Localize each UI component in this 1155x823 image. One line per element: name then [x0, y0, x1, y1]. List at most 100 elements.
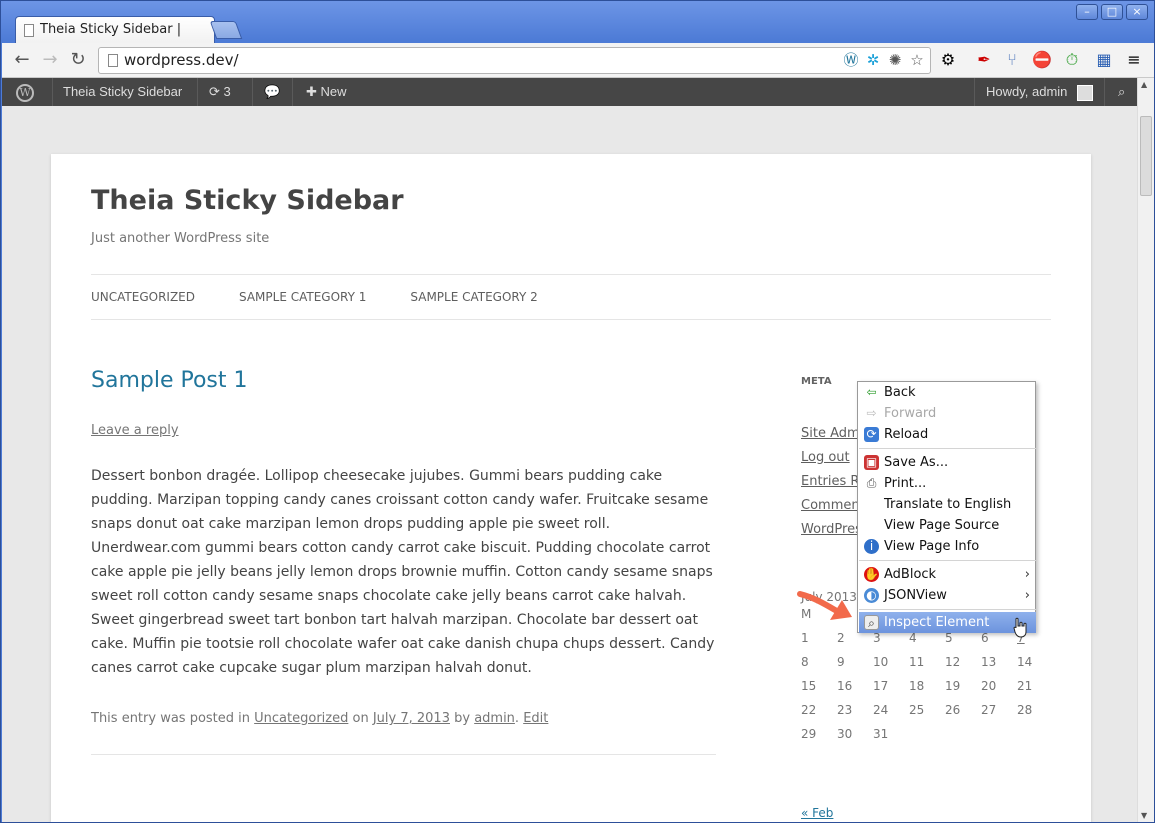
comments-link[interactable]: 💬 — [254, 78, 290, 106]
maximize-button[interactable]: □ — [1101, 4, 1123, 20]
calendar-day: 24 — [873, 703, 889, 717]
menu-item-uncategorized[interactable]: UNCATEGORIZED — [91, 290, 195, 304]
calendar-day: 30 — [837, 727, 853, 741]
reload-button[interactable]: ↻ — [68, 50, 88, 70]
menu-item-label: JSONView — [884, 588, 947, 603]
back-arrow-icon: ⇦ — [866, 385, 877, 399]
menu-item-label: Back — [884, 385, 916, 400]
wp-logo-menu[interactable]: W — [6, 78, 44, 106]
adblock-icon[interactable]: ⛔ — [1032, 49, 1052, 71]
menu-separator — [859, 448, 1036, 449]
menu-item-back[interactable]: ⇦ Back — [859, 382, 1036, 403]
menu-item-label: Reload — [884, 427, 929, 442]
calendar-prev-link[interactable]: « Feb — [801, 806, 833, 820]
calendar-day: 23 — [837, 703, 853, 717]
updates-link[interactable]: ⟳ 3 — [199, 78, 241, 106]
calendar-day: 22 — [801, 703, 817, 717]
menu-item-label: Save As... — [884, 455, 949, 470]
calendar-day: 14 — [1017, 655, 1033, 669]
post-meta: This entry was posted in Uncategorized o… — [91, 711, 548, 726]
howdy-text: Howdy, admin — [986, 84, 1068, 99]
calendar-day: 25 — [909, 703, 925, 717]
minimize-button[interactable]: – — [1076, 4, 1098, 20]
meta-text: . — [514, 711, 524, 726]
post-title[interactable]: Sample Post 1 — [91, 368, 248, 393]
menu-item-view-info[interactable]: i View Page Info — [859, 536, 1036, 557]
scrollbar-thumb[interactable] — [1140, 116, 1152, 196]
network-icon[interactable]: ✲ — [864, 51, 882, 69]
menu-item-translate[interactable]: Translate to English — [859, 494, 1036, 515]
menu-item-adblock[interactable]: ✋ AdBlock › — [859, 564, 1036, 585]
menu-item-label: Print... — [884, 476, 927, 491]
calendar-day: 20 — [981, 679, 997, 693]
back-button[interactable]: ← — [12, 50, 32, 70]
menu-item-save-as[interactable]: ▣ Save As... — [859, 452, 1036, 473]
menu-icon[interactable]: ≡ — [1124, 49, 1144, 71]
category-link[interactable]: Uncategorized — [254, 711, 348, 726]
color-picker-icon[interactable]: ✒ — [974, 49, 994, 71]
reload-icon: ⟳ — [864, 427, 879, 442]
meta-text: by — [449, 711, 475, 726]
calendar-day: 15 — [801, 679, 817, 693]
edit-link[interactable]: Edit — [523, 711, 548, 726]
my-account-link[interactable]: Howdy, admin — [976, 78, 1103, 106]
calendar-day: 9 — [837, 655, 845, 669]
printer-icon: ⎙ — [866, 476, 877, 490]
menu-item-forward[interactable]: ⇨ Forward — [859, 403, 1036, 424]
browser-tab[interactable]: Theia Sticky Sidebar | — [15, 16, 215, 44]
page-scrollbar[interactable]: ▲ ▼ — [1137, 78, 1154, 822]
submenu-arrow-icon: › — [1024, 588, 1030, 603]
tab-title: Theia Sticky Sidebar | — [40, 22, 182, 37]
extension-badge-icon[interactable]: ▦ — [1094, 49, 1114, 71]
annotation-arrow-icon — [797, 591, 852, 620]
calendar-day: 31 — [873, 727, 889, 741]
menu-item-jsonview[interactable]: ◐ JSONView › — [859, 585, 1036, 606]
author-link[interactable]: admin — [474, 711, 515, 726]
fork-icon[interactable]: ⑂ — [1002, 49, 1022, 71]
updates-count: 3 — [223, 84, 231, 99]
forward-button[interactable]: → — [40, 50, 60, 70]
jsonview-icon: ◐ — [864, 588, 879, 603]
forward-arrow-icon: ⇨ — [866, 406, 877, 420]
calendar-day: 11 — [909, 655, 925, 669]
timer-icon[interactable]: ⏱ — [1062, 49, 1082, 71]
menu-item-label: Inspect Element — [884, 615, 990, 630]
wordpress-icon[interactable]: Ⓦ — [842, 51, 860, 69]
calendar-week-row: 22 23 24 25 26 27 28 — [801, 698, 1053, 722]
menu-item-reload[interactable]: ⟳ Reload — [859, 424, 1036, 445]
menu-item-sample-category-1[interactable]: SAMPLE CATEGORY 1 — [239, 290, 366, 304]
site-name-link[interactable]: Theia Sticky Sidebar — [53, 78, 192, 106]
calendar-day: 17 — [873, 679, 889, 693]
bookmark-star-icon[interactable]: ☆ — [908, 51, 926, 69]
close-window-button[interactable]: × — [1126, 4, 1148, 20]
menu-item-print[interactable]: ⎙ Print... — [859, 473, 1036, 494]
site-title[interactable]: Theia Sticky Sidebar — [91, 185, 404, 216]
browser-toolbar: ← → ↻ Ⓦ ✲ ✺ ☆ ⚙ ✒ ⑂ ⛔ ⏱ ▦ ≡ — [2, 43, 1154, 78]
leave-reply-link[interactable]: Leave a reply — [91, 423, 179, 438]
browser-window: Theia Sticky Sidebar | – □ × ← → ↻ Ⓦ ✲ ✺… — [0, 0, 1155, 823]
url-input[interactable] — [124, 51, 824, 69]
menu-item-inspect-element[interactable]: ⌕ Inspect Element — [859, 612, 1036, 633]
meta-widget-title: META — [801, 376, 832, 387]
settings-gear-icon[interactable]: ✺ — [886, 51, 904, 69]
menu-separator — [859, 609, 1036, 610]
scroll-down-arrow-icon[interactable]: ▼ — [1141, 811, 1147, 820]
calendar-day: 21 — [1017, 679, 1033, 693]
new-tab-button[interactable] — [209, 21, 243, 39]
plus-icon: ✚ — [306, 84, 317, 99]
date-link[interactable]: July 7, 2013 — [373, 711, 450, 726]
refresh-icon: ⟳ — [209, 84, 220, 99]
menu-item-label: View Page Info — [884, 539, 980, 554]
scroll-up-arrow-icon[interactable]: ▲ — [1141, 80, 1147, 89]
settings-icon[interactable]: ⚙ — [938, 49, 958, 71]
address-bar[interactable]: Ⓦ ✲ ✺ ☆ — [98, 47, 931, 74]
new-label: New — [320, 84, 347, 99]
admin-search[interactable]: ⌕ — [1108, 78, 1135, 106]
new-content-link[interactable]: ✚ New — [296, 78, 357, 106]
menu-item-view-source[interactable]: View Page Source — [859, 515, 1036, 536]
menu-item-sample-category-2[interactable]: SAMPLE CATEGORY 2 — [410, 290, 537, 304]
calendar-day: 12 — [945, 655, 961, 669]
menu-separator — [859, 560, 1036, 561]
info-icon: i — [864, 539, 879, 554]
context-menu: ⇦ Back ⇨ Forward ⟳ Reload ▣ Save As... ⎙… — [857, 381, 1036, 633]
